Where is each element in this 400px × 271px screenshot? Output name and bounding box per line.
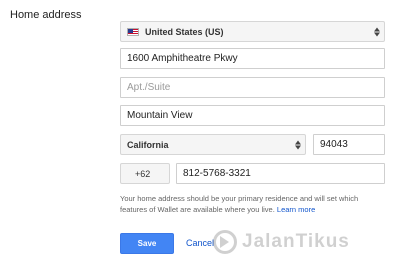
apt-suite-input[interactable]: Apt./Suite (120, 77, 385, 98)
help-text-body: Your home address should be your primary… (120, 194, 359, 214)
us-flag-icon (127, 27, 139, 36)
zip-code-input[interactable]: 94043 (313, 134, 385, 155)
section-label: Home address (10, 9, 82, 21)
help-text: Your home address should be your primary… (120, 194, 382, 215)
zip-value: 94043 (320, 139, 348, 150)
save-button[interactable]: Save (120, 233, 174, 254)
learn-more-link[interactable]: Learn more (277, 205, 315, 214)
country-select[interactable]: United States (US) (120, 21, 385, 42)
select-arrows-icon (295, 140, 301, 149)
state-select[interactable]: California (120, 134, 306, 155)
state-value: California (127, 139, 169, 150)
city-input[interactable]: Mountain View (120, 105, 385, 126)
cancel-button[interactable]: Cancel (186, 238, 214, 248)
phone-value: 812-5768-3321 (183, 168, 251, 179)
city-value: Mountain View (127, 110, 193, 121)
phone-country-code-select[interactable]: +62 (120, 163, 170, 184)
street-value: 1600 Amphitheatre Pkwy (127, 53, 238, 64)
watermark-logo-icon (213, 230, 237, 254)
country-value: United States (US) (145, 26, 224, 37)
select-arrows-icon (374, 27, 380, 36)
watermark-text: JalanTikus (242, 231, 350, 252)
watermark: JalanTikus (213, 230, 350, 254)
street-address-input[interactable]: 1600 Amphitheatre Pkwy (120, 48, 385, 69)
phone-number-input[interactable]: 812-5768-3321 (176, 163, 385, 184)
apt-placeholder: Apt./Suite (127, 82, 171, 93)
phone-code-value: +62 (135, 168, 151, 179)
